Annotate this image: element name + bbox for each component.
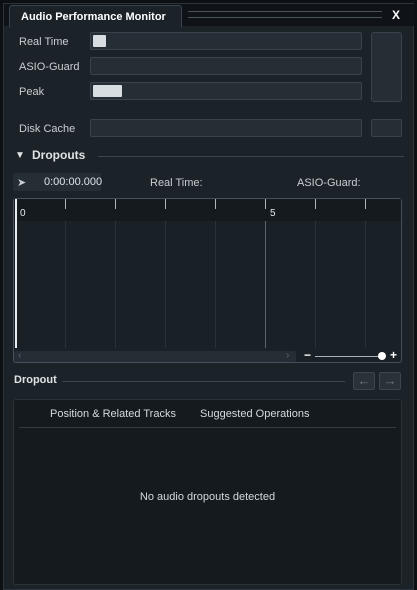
ruler-label-0: 0 [20,208,26,219]
column-header-suggested-operations[interactable]: Suggested Operations [200,408,309,420]
time-value: 0:00:00.000 [44,176,103,188]
peak-meter [90,82,362,100]
asio-guard-meter [90,57,362,75]
peak-label: Peak [19,86,45,98]
minus-icon[interactable]: − [304,348,311,362]
playback-cursor[interactable] [15,199,17,348]
disk-cache-indicator[interactable] [371,119,402,137]
scroll-right-icon[interactable]: › [286,350,289,361]
real-time-meter [90,32,362,50]
triangle-down-icon[interactable]: ▼ [15,150,25,161]
title-grip-line [188,11,382,12]
arrow-right-icon: → [383,373,397,388]
asio-guard-stat-label: ASIO-Guard: [297,177,361,189]
zoom-knob[interactable] [378,352,386,360]
zoom-track[interactable] [315,356,385,357]
close-button[interactable]: X [392,8,400,22]
grid-line [365,221,366,348]
grid-line [215,221,216,348]
window-title: Audio Performance Monitor [21,11,166,23]
section-divider [98,156,404,157]
real-time-meter-fill [93,35,106,47]
dropout-graph[interactable]: 0 5 ‹ › − + [13,198,402,363]
time-ruler[interactable]: 0 5 [14,199,401,221]
horizontal-scrollbar[interactable]: ‹ › [14,350,296,362]
ruler-tick [365,199,366,209]
ruler-tick [215,199,216,209]
zoom-slider[interactable]: − + [301,348,401,362]
real-time-label: Real Time [19,36,69,48]
grid-line [165,221,166,348]
previous-dropout-button[interactable]: ← [353,372,375,390]
dropout-list-title: Dropout [14,374,57,386]
grid-line [65,221,66,348]
empty-state-message: No audio dropouts detected [139,491,276,503]
dropout-list-panel: Position & Related Tracks Suggested Oper… [13,399,402,585]
grid-line [115,221,116,348]
section-divider [62,381,345,382]
pin-icon[interactable]: ➤ [17,176,26,189]
disk-cache-label: Disk Cache [19,123,76,135]
scroll-left-icon[interactable]: ‹ [18,350,21,361]
asio-guard-label: ASIO-Guard [19,61,80,73]
disk-cache-meter [90,119,362,137]
arrow-left-icon: ← [357,373,371,388]
ruler-tick [115,199,116,209]
ruler-tick [165,199,166,209]
dropout-time-display[interactable]: ➤ 0:00:00.000 [13,173,103,191]
dropouts-section-title[interactable]: Dropouts [32,148,85,162]
title-bar: Audio Performance Monitor X [4,4,415,27]
overload-indicator[interactable] [371,32,402,102]
ruler-label-5: 5 [270,208,276,219]
column-header-position[interactable]: Position & Related Tracks [50,408,176,420]
next-dropout-button[interactable]: → [379,372,401,390]
header-divider [19,427,396,428]
title-grip-line [188,17,382,18]
plus-icon[interactable]: + [390,348,397,362]
audio-performance-monitor-window: Audio Performance Monitor X Real Time AS… [3,3,415,590]
peak-meter-fill [93,85,122,97]
window-tab[interactable]: Audio Performance Monitor [9,5,182,27]
ruler-tick [265,199,266,209]
ruler-tick [315,199,316,209]
grid-line [265,221,266,348]
ruler-tick [65,199,66,209]
grid-line [315,221,316,348]
real-time-stat-label: Real Time: [150,177,203,189]
